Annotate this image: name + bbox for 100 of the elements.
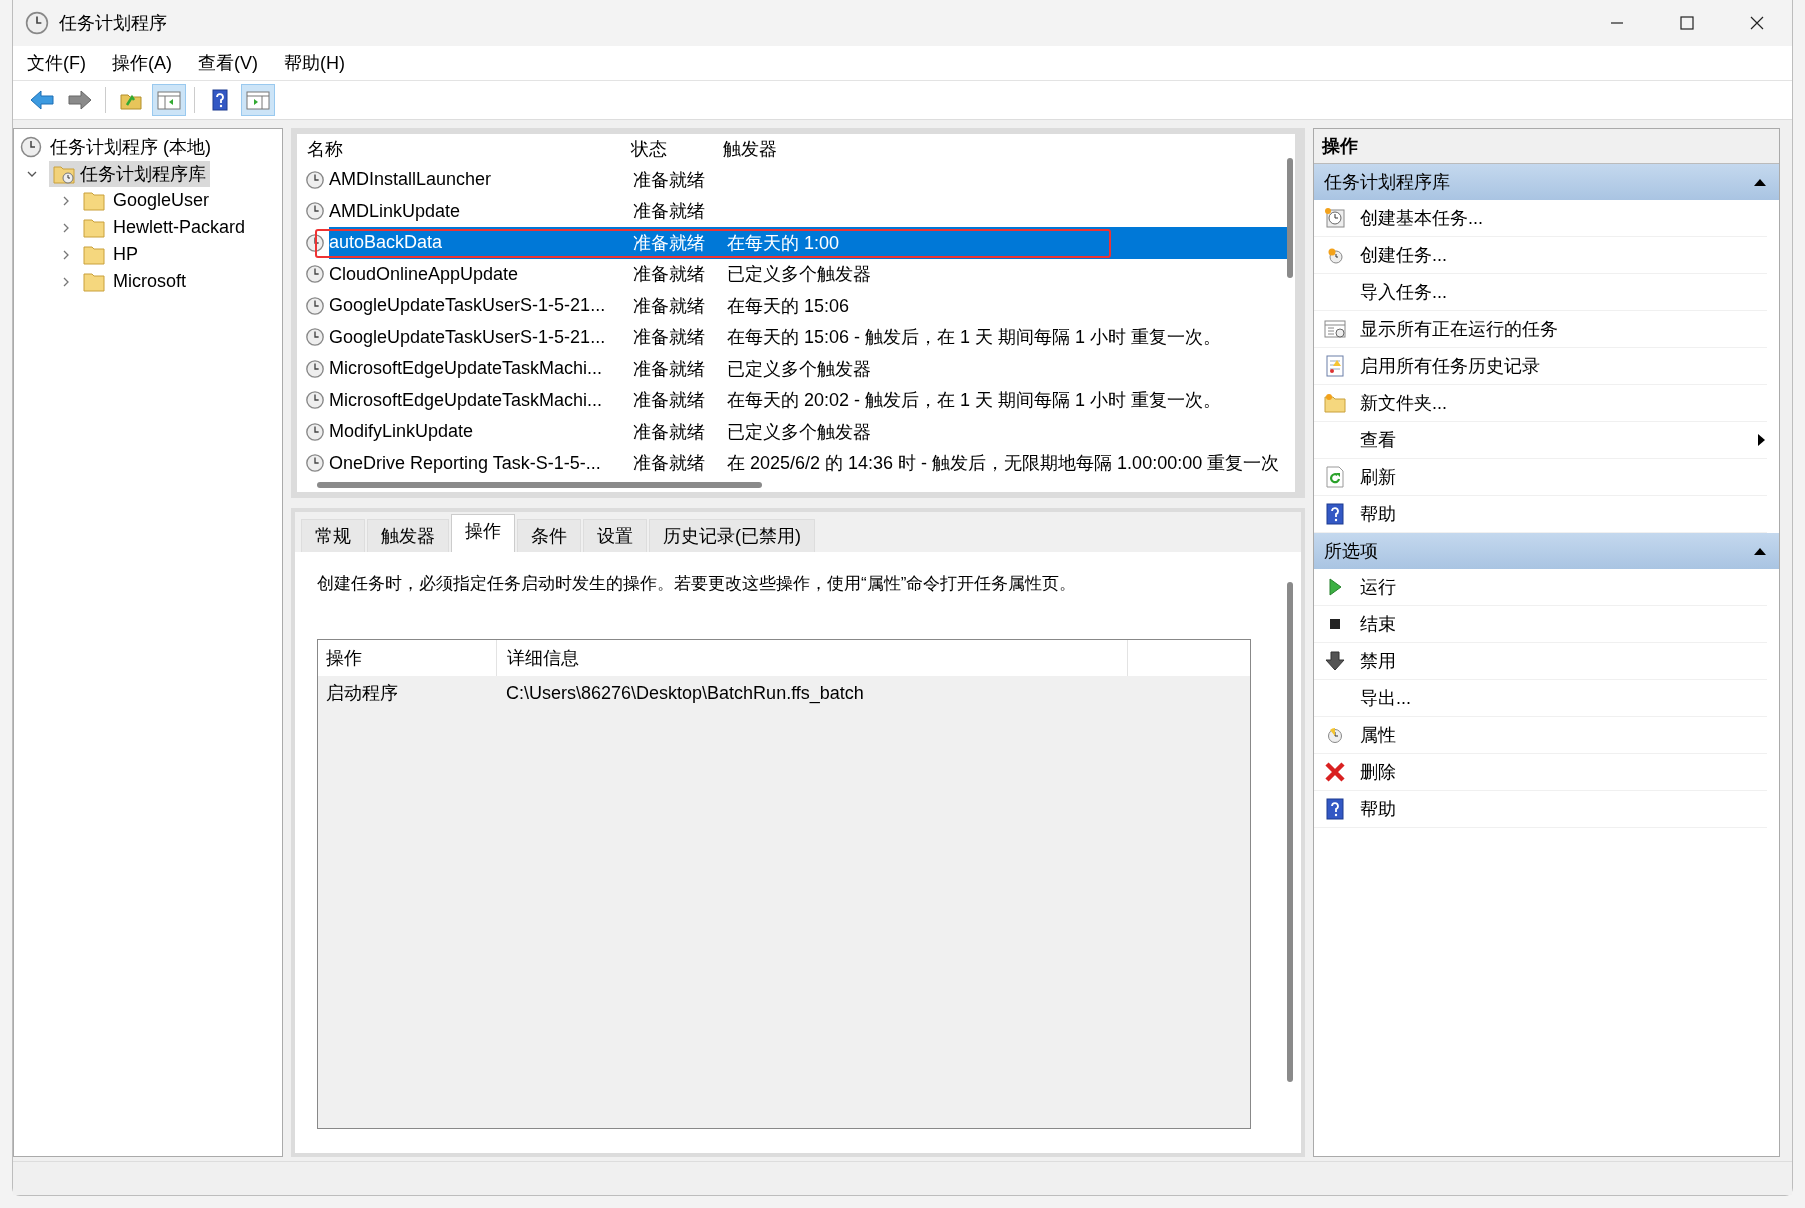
- action-item[interactable]: 启用所有任务历史记录: [1314, 348, 1767, 385]
- down-arrow-icon: [1324, 650, 1346, 672]
- folder-icon: [83, 189, 105, 212]
- tree-pane-button[interactable]: [152, 84, 186, 116]
- collapse-arrow-icon[interactable]: [1753, 177, 1767, 187]
- action-item[interactable]: 创建任务...: [1314, 237, 1767, 274]
- table-cell-text: 启动程序: [325, 682, 399, 705]
- task-list-icon: [1324, 318, 1346, 340]
- section-header[interactable]: 所选项: [1314, 533, 1779, 569]
- tree-item[interactable]: Microsoft: [110, 271, 189, 292]
- task-row[interactable]: autoBackData 准备就绪 在每天的 1:00: [305, 227, 1290, 259]
- folder-icon: [1324, 392, 1346, 414]
- task-row[interactable]: AMDInstallLauncher 准备就绪: [305, 164, 1290, 196]
- task-row[interactable]: GoogleUpdateTaskUserS-1-5-21... 准备就绪 在每天的 15:06 - 触发后，在 1 天 期间每隔 1 小时 重复一次。: [305, 321, 1290, 353]
- folder-icon: [83, 216, 105, 239]
- back-arrow-icon: [29, 89, 55, 111]
- action-item[interactable]: 显示所有正在运行的任务: [1314, 311, 1767, 348]
- tab[interactable]: 操作: [451, 514, 515, 552]
- help-icon: [1324, 798, 1346, 820]
- task-row[interactable]: CloudOnlineAppUpdate 准备就绪 已定义多个触发器: [305, 258, 1290, 290]
- action-item[interactable]: 导入任务...: [1314, 274, 1767, 311]
- clock-icon: [305, 264, 325, 285]
- column-header[interactable]: 名称: [305, 137, 629, 161]
- clock-icon: [305, 327, 325, 348]
- clock-icon: [1324, 207, 1346, 229]
- task-name: autoBackData: [329, 232, 444, 254]
- menu-item[interactable]: 查看(V): [198, 51, 258, 75]
- task-status: 准备就绪: [633, 357, 706, 381]
- action-item[interactable]: 新文件夹...: [1314, 385, 1767, 422]
- clock-icon: [305, 390, 325, 411]
- action-item[interactable]: 导出...: [1314, 680, 1767, 717]
- tree-item[interactable]: Hewlett-Packard: [110, 217, 249, 238]
- tab[interactable]: 常规: [301, 519, 365, 552]
- description-text: 创建任务时，必须指定任务启动时发生的操作。若要更改这些操作，使用“属性”命令打开任务属性页。: [317, 573, 1078, 595]
- tree-item[interactable]: HP: [110, 244, 141, 265]
- folder-icon: [83, 243, 105, 266]
- column-header[interactable]: 状态: [629, 137, 721, 161]
- task-row[interactable]: OneDrive Reporting Task-S-1-5-... 准备就绪 在 2025/6/2 的 14:36 时 - 触发后，无限期地每隔 1.00:00:00 重复一次: [305, 447, 1290, 479]
- task-trigger: 在每天的 15:06: [727, 294, 851, 318]
- tab[interactable]: 设置: [583, 519, 647, 552]
- action-item[interactable]: 刷新: [1314, 459, 1767, 496]
- clock-icon: [25, 11, 49, 35]
- column-header[interactable]: 触发器: [721, 137, 1295, 161]
- task-name: GoogleUpdateTaskUserS-1-5-21...: [329, 295, 607, 317]
- task-status: 准备就绪: [633, 420, 706, 444]
- action-item[interactable]: 删除: [1314, 754, 1767, 791]
- task-status: 准备就绪: [633, 452, 706, 476]
- task-name: OneDrive Reporting Task-S-1-5-...: [329, 452, 602, 474]
- task-name: ModifyLinkUpdate: [329, 421, 475, 443]
- menu-item[interactable]: 帮助(H): [284, 51, 345, 75]
- scrollbar-thumb[interactable]: [1287, 582, 1293, 1082]
- tab[interactable]: 条件: [517, 519, 581, 552]
- task-status: 准备就绪: [633, 294, 706, 318]
- task-row[interactable]: MicrosoftEdgeUpdateTaskMachi... 准备就绪 已定义多个触发器: [305, 353, 1290, 385]
- help-icon: [1324, 503, 1346, 525]
- section-title: 任务计划程序库: [1324, 171, 1450, 194]
- scrollbar-thumb[interactable]: [317, 482, 762, 488]
- clock-icon: [20, 135, 42, 158]
- task-name: MicrosoftEdgeUpdateTaskMachi...: [329, 358, 604, 380]
- clock-icon: [305, 421, 325, 442]
- action-item[interactable]: 创建基本任务...: [1314, 200, 1767, 237]
- task-trigger: 在每天的 1:00: [727, 231, 841, 255]
- window-title: 任务计划程序: [59, 12, 167, 35]
- task-row[interactable]: GoogleUpdateTaskUserS-1-5-21... 准备就绪 在每天的 15:06: [305, 290, 1290, 322]
- action-item[interactable]: 帮助: [1314, 791, 1767, 828]
- tab[interactable]: 历史记录(已禁用): [649, 519, 815, 552]
- action-item[interactable]: 属性: [1314, 717, 1767, 754]
- scrollbar-thumb[interactable]: [1287, 158, 1293, 278]
- task-trigger: 已定义多个触发器: [727, 263, 872, 287]
- tab[interactable]: 触发器: [367, 519, 449, 552]
- task-name: AMDInstallLauncher: [329, 169, 493, 191]
- action-item[interactable]: 结束: [1314, 606, 1767, 643]
- log-icon: [1324, 355, 1346, 377]
- task-row[interactable]: MicrosoftEdgeUpdateTaskMachi... 准备就绪 在每天的 20:02 - 触发后，在 1 天 期间每隔 1 小时 重复一次。: [305, 384, 1290, 416]
- tree-item[interactable]: 任务计划程序 (本地): [47, 134, 214, 159]
- action-item[interactable]: 查看: [1314, 422, 1767, 459]
- task-trigger: 已定义多个触发器: [727, 420, 872, 444]
- task-trigger: 在每天的 20:02 - 触发后，在 1 天 期间每隔 1 小时 重复一次。: [727, 389, 1223, 413]
- refresh-icon: [1324, 466, 1346, 488]
- tree-item[interactable]: 任务计划程序库: [49, 160, 210, 187]
- task-row[interactable]: ModifyLinkUpdate 准备就绪 已定义多个触发器: [305, 416, 1290, 448]
- forward-arrow-icon: [67, 89, 93, 111]
- task-status: 准备就绪: [633, 168, 706, 192]
- section-header[interactable]: 任务计划程序库: [1314, 164, 1779, 200]
- menu-item[interactable]: 操作(A): [112, 51, 172, 75]
- task-status: 准备就绪: [633, 326, 706, 350]
- table-cell-text: C:\Users\86276\Desktop\BatchRun.ffs_batch: [505, 682, 865, 704]
- clock-icon: [305, 358, 325, 379]
- collapse-arrow-icon[interactable]: [1753, 546, 1767, 556]
- menu-item[interactable]: 文件(F): [27, 51, 86, 75]
- task-name: MicrosoftEdgeUpdateTaskMachi...: [329, 389, 604, 411]
- clock-icon: [305, 453, 325, 474]
- task-status: 准备就绪: [633, 389, 706, 413]
- tree-item[interactable]: GoogleUser: [110, 190, 213, 211]
- action-item[interactable]: 禁用: [1314, 643, 1767, 680]
- action-item[interactable]: 运行: [1314, 569, 1767, 606]
- task-row[interactable]: AMDLinkUpdate 准备就绪: [305, 195, 1290, 227]
- delete-icon: [1324, 761, 1346, 783]
- task-trigger: 在 2025/6/2 的 14:36 时 - 触发后，无限期地每隔 1.00:00:00 重复一次: [727, 452, 1281, 476]
- task-name: GoogleUpdateTaskUserS-1-5-21...: [329, 326, 607, 348]
